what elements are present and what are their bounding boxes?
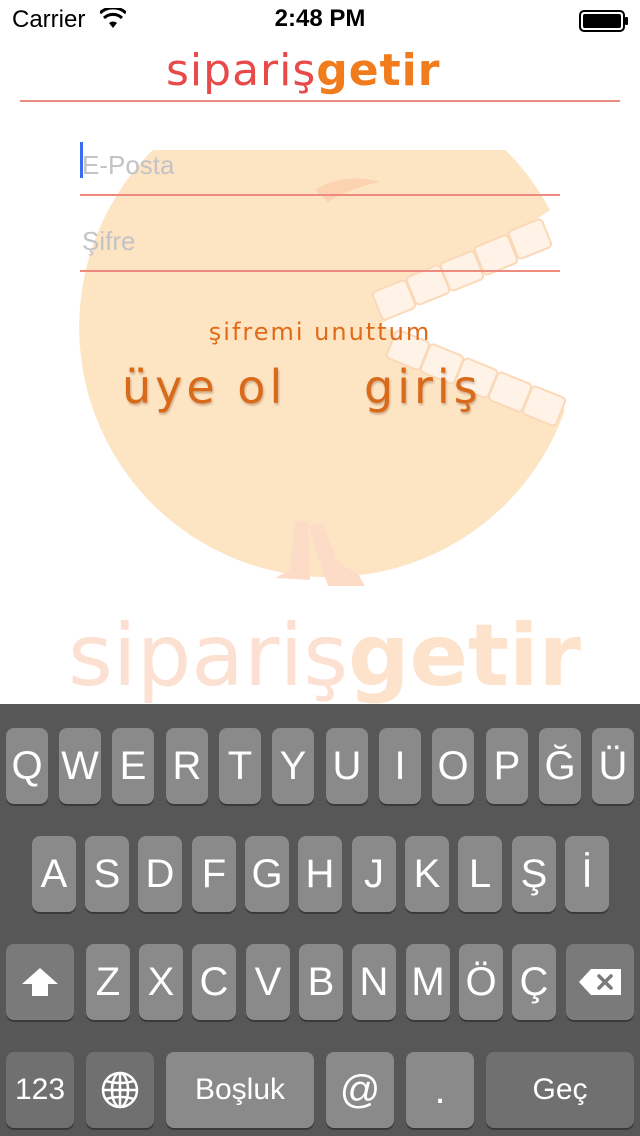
numbers-key[interactable]: 123 [6,1052,74,1128]
key-c-cedilla[interactable]: Ç [512,944,556,1020]
key-s-cedilla[interactable]: Ş [512,836,556,912]
login-button[interactable]: giriş [364,360,482,414]
email-input[interactable] [80,140,560,190]
email-field-container [80,140,560,196]
email-underline [80,194,560,196]
at-key[interactable]: @ [326,1052,394,1128]
dot-key[interactable]: . [406,1052,474,1128]
key-s[interactable]: S [85,836,129,912]
key-j[interactable]: J [352,836,396,912]
key-o[interactable]: O [432,728,474,804]
backspace-icon [579,969,621,995]
key-q[interactable]: Q [6,728,48,804]
backspace-key[interactable] [566,944,634,1020]
key-u[interactable]: U [326,728,368,804]
logo-part-1: sipariş [166,45,317,96]
watermark-logo: siparişgetir [68,606,588,716]
key-g[interactable]: G [245,836,289,912]
shift-icon [22,968,58,996]
key-u-umlaut[interactable]: Ü [592,728,634,804]
status-bar: Carrier 2:48 PM [0,0,640,40]
key-r[interactable]: R [166,728,208,804]
signup-button[interactable]: üye ol [122,360,286,414]
password-input[interactable] [80,216,560,266]
key-x[interactable]: X [139,944,183,1020]
key-a[interactable]: A [32,836,76,912]
keyboard: Q W E R T Y U I O P Ğ Ü A S D F G H J K … [0,704,640,1136]
space-key[interactable]: Boşluk [166,1052,314,1128]
key-i-dotted[interactable]: İ [565,836,609,912]
text-cursor [80,142,83,178]
key-f[interactable]: F [192,836,236,912]
brand-logo: siparişgetir [166,44,472,98]
password-underline [80,270,560,272]
watermark-part-2: getir [348,606,581,706]
key-l[interactable]: L [458,836,502,912]
key-i[interactable]: I [379,728,421,804]
key-m[interactable]: M [406,944,450,1020]
key-e[interactable]: E [112,728,154,804]
globe-key[interactable] [86,1052,154,1128]
key-d[interactable]: D [138,836,182,912]
key-v[interactable]: V [246,944,290,1020]
go-key[interactable]: Geç [486,1052,634,1128]
key-w[interactable]: W [59,728,101,804]
key-p[interactable]: P [486,728,528,804]
key-y[interactable]: Y [272,728,314,804]
globe-icon [101,1071,139,1109]
key-t[interactable]: T [219,728,261,804]
battery-icon [579,10,628,32]
watermark-part-1: sipariş [68,606,349,706]
password-field-container [80,216,560,272]
key-k[interactable]: K [405,836,449,912]
shift-key[interactable] [6,944,74,1020]
clock: 2:48 PM [274,5,366,32]
key-z[interactable]: Z [86,944,130,1020]
key-b[interactable]: B [299,944,343,1020]
key-h[interactable]: H [298,836,342,912]
logo-part-2: getir [316,45,441,96]
key-n[interactable]: N [352,944,396,1020]
key-g-breve[interactable]: Ğ [539,728,581,804]
header-divider [20,100,620,102]
key-c[interactable]: C [192,944,236,1020]
forgot-password-link[interactable]: şifremi unuttum [0,318,640,346]
key-o-umlaut[interactable]: Ö [459,944,503,1020]
